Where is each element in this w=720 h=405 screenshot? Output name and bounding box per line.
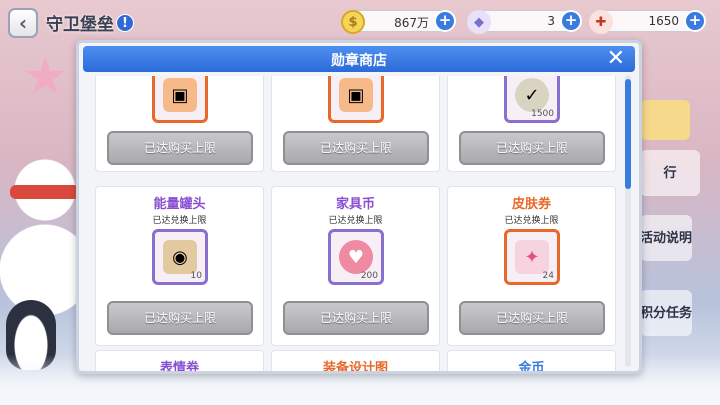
skin-ticket-icon: ✦ (515, 240, 549, 274)
shop-card: 能量罐头 已达兑换上限 ◉ 10 已达购买上限 (95, 186, 264, 346)
shop-card: 金币 (447, 350, 616, 372)
wrench-icon: ✚ (589, 10, 613, 34)
item-quantity: 10 (190, 271, 202, 281)
item-quantity: 200 (360, 271, 378, 281)
item-quantity: 1500 (531, 109, 554, 119)
crate-icon: ▣ (339, 78, 373, 112)
item-name: 表情券 (159, 361, 199, 372)
buy-button[interactable]: 已达购买上限 (107, 301, 253, 335)
resource-value: 1650 (648, 14, 679, 28)
shop-card: ▣ 已达购买上限 (95, 76, 264, 172)
page-title: 守卫堡垒 (46, 15, 114, 35)
item-name: 皮肤券 (511, 197, 551, 212)
buy-button[interactable]: 已达购买上限 (459, 131, 605, 165)
item-limit-text: 已达兑换上限 (152, 216, 207, 226)
item-box[interactable]: ✓ 1500 (504, 76, 560, 123)
buy-button[interactable]: 已达购买上限 (107, 131, 253, 165)
back-button[interactable]: ‹ (8, 8, 38, 38)
item-limit-text: 已达兑换上限 (504, 216, 559, 226)
back-icon: ‹ (18, 11, 28, 35)
add-wrench-button[interactable]: + (684, 10, 706, 32)
item-name: 家具币 (335, 197, 375, 212)
shop-card: 家具币 已达兑换上限 ♥ 200 已达购买上限 (271, 186, 440, 346)
add-tags-button[interactable]: + (560, 10, 582, 32)
item-name: 金币 (518, 361, 545, 372)
close-button[interactable]: ✕ (607, 46, 625, 72)
buy-button[interactable]: 已达购买上限 (459, 301, 605, 335)
item-quantity: 24 (542, 271, 554, 281)
furniture-coin-icon: ♥ (339, 240, 373, 274)
resource-wrench: ✚ 1650 + (589, 10, 706, 34)
resource-value: 867万 (394, 16, 429, 30)
shop-card: 装备设计图 (271, 350, 440, 372)
item-limit-text: 已达兑换上限 (328, 216, 383, 226)
resource-tags: ◆ 3 + (467, 10, 582, 34)
item-box[interactable]: ◉ 10 (152, 229, 208, 285)
side-button-ranking[interactable]: 行 (640, 150, 700, 196)
scrollbar[interactable] (625, 75, 631, 367)
background-star: ★ (22, 47, 69, 107)
item-box[interactable]: ✦ 24 (504, 229, 560, 285)
item-box[interactable]: ▣ (328, 76, 384, 123)
item-box[interactable]: ♥ 200 (328, 229, 384, 285)
shop-card: ✓ 1500 已达购买上限 (447, 76, 616, 172)
token-icon: ✓ (515, 78, 549, 112)
buy-button[interactable]: 已达购买上限 (283, 131, 429, 165)
item-box[interactable]: ▣ (152, 76, 208, 123)
side-button-point-tasks[interactable]: 积分任务 (640, 290, 692, 336)
info-icon[interactable]: ! (116, 14, 134, 32)
energy-can-icon: ◉ (163, 240, 197, 274)
shop-grid: ▣ 已达购买上限 ▣ 已达购买上限 ✓ 1500 已达购买上限 能量罐头 已达兑… (91, 76, 621, 372)
item-name: 能量罐头 (153, 197, 206, 212)
buy-button[interactable]: 已达购买上限 (283, 301, 429, 335)
background-piano (640, 100, 690, 140)
scrollbar-thumb[interactable] (625, 79, 631, 189)
resource-value: 3 (547, 14, 555, 28)
dialog-title: 勋章商店 (331, 53, 387, 69)
medal-shop-dialog: 勋章商店 ✕ ▣ 已达购买上限 ▣ 已达购买上限 ✓ 1500 已达购买上限 能… (76, 40, 642, 374)
crate-icon: ▣ (163, 78, 197, 112)
tag-icon: ◆ (467, 10, 491, 34)
background-scarf (10, 185, 80, 199)
shop-card: 皮肤券 已达兑换上限 ✦ 24 已达购买上限 (447, 186, 616, 346)
add-coins-button[interactable]: + (434, 10, 456, 32)
coin-icon: $ (341, 10, 365, 34)
item-name: 装备设计图 (322, 361, 388, 372)
resource-coins: $ 867万 + (341, 10, 456, 34)
dialog-header: 勋章商店 ✕ (83, 46, 635, 72)
shop-card: ▣ 已达购买上限 (271, 76, 440, 172)
side-button-event-info[interactable]: 活动说明 (640, 215, 692, 261)
shop-card: 表情券 (95, 350, 264, 372)
